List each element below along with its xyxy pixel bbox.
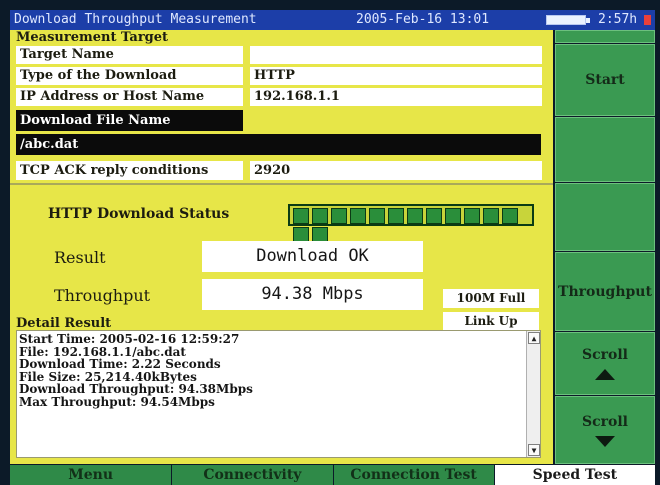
tcp-ack-value[interactable]: 2920 (250, 161, 542, 180)
throughput-label: Throughput (54, 286, 151, 305)
detail-line: Download Time: 2.22 Seconds (19, 357, 221, 371)
throughput-button[interactable]: Throughput (555, 252, 655, 331)
download-progress-bar (288, 204, 534, 243)
side-button-blank-3 (555, 183, 655, 251)
detail-line: Start Time: 2005-02-16 12:59:27 (19, 332, 240, 346)
tab-connectivity[interactable]: Connectivity (172, 465, 334, 485)
tcp-ack-label: TCP ACK reply conditions (16, 161, 243, 180)
progress-segment (483, 208, 499, 224)
ip-address-label: IP Address or Host Name (16, 88, 243, 106)
detail-scrollbar[interactable]: ▲ ▼ (526, 331, 540, 457)
scrollbar-down-icon[interactable]: ▼ (528, 444, 540, 456)
throughput-value: 94.38 Mbps (202, 279, 423, 310)
scroll-up-button[interactable]: Scroll (555, 332, 655, 395)
title-bar: Download Throughput Measurement 2005-Feb… (10, 10, 655, 30)
result-value: Download OK (202, 241, 423, 272)
scroll-down-button[interactable]: Scroll (555, 396, 655, 464)
scroll-down-label: Scroll (582, 413, 628, 430)
start-button[interactable]: Start (555, 44, 655, 116)
battery-alert-icon (644, 15, 651, 25)
scrollbar-up-icon[interactable]: ▲ (528, 332, 540, 344)
http-download-status-label: HTTP Download Status (48, 206, 230, 222)
progress-segment (350, 208, 366, 224)
triangle-down-icon (595, 435, 615, 447)
throughput-button-label: Throughput (558, 283, 652, 300)
progress-segment (369, 208, 385, 224)
download-type-label: Type of the Download (16, 67, 243, 85)
download-file-name-value[interactable]: /abc.dat (16, 134, 541, 155)
detail-result-box: Start Time: 2005-02-16 12:59:27 File: 192… (16, 330, 541, 458)
tab-speed-test[interactable]: Speed Test (494, 465, 655, 485)
target-name-label: Target Name (16, 46, 243, 64)
progress-segment (445, 208, 461, 224)
bottom-tab-bar: Menu Connectivity Connection Test Speed … (10, 465, 655, 485)
target-name-value[interactable] (250, 46, 542, 64)
triangle-up-icon (595, 369, 615, 380)
measurement-target-heading: Measurement Target (16, 30, 169, 45)
section-divider (10, 183, 553, 185)
detail-result-heading: Detail Result (16, 316, 112, 331)
side-button-blank-top (555, 30, 655, 43)
measurement-panel: Measurement Target Target Name Type of t… (10, 30, 553, 464)
battery-icon (546, 15, 590, 25)
download-file-name-label: Download File Name (16, 110, 243, 131)
ip-address-value[interactable]: 192.168.1.1 (250, 88, 542, 106)
detail-result-text: Start Time: 2005-02-16 12:59:27 File: 192… (19, 333, 253, 408)
progress-segment (293, 208, 309, 224)
progress-segment (426, 208, 442, 224)
detail-line: Download Throughput: 94.38Mbps (19, 382, 253, 396)
progress-segment (331, 208, 347, 224)
window-title: Download Throughput Measurement (14, 12, 257, 27)
side-button-blank-2 (555, 117, 655, 182)
download-type-value[interactable]: HTTP (250, 67, 542, 85)
datetime: 2005-Feb-16 13:01 (356, 12, 490, 27)
result-label: Result (54, 248, 106, 267)
detail-line: Max Throughput: 94.54Mbps (19, 394, 215, 409)
progress-segment (464, 208, 480, 224)
battery-time: 2:57h (598, 12, 638, 27)
start-button-label: Start (585, 72, 625, 88)
link-speed-badge: 100M Full (443, 289, 539, 308)
scroll-up-label: Scroll (582, 347, 628, 363)
tab-menu[interactable]: Menu (10, 465, 173, 485)
progress-segment (407, 208, 423, 224)
tab-connection-test[interactable]: Connection Test (333, 465, 495, 485)
link-state-badge: Link Up (443, 312, 539, 330)
progress-segment (502, 208, 518, 224)
progress-segment (388, 208, 404, 224)
progress-segment (312, 208, 328, 224)
